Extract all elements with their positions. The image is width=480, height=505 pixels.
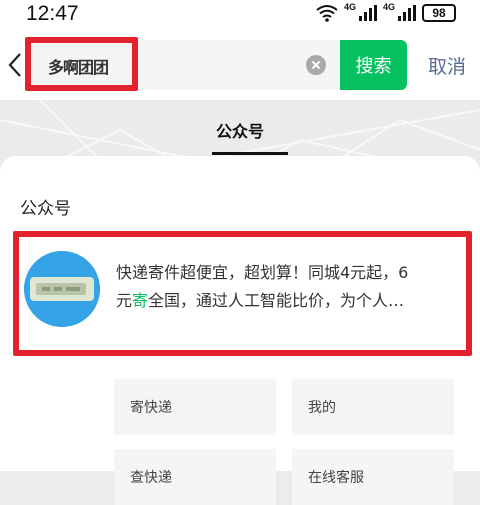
menu-item-mine[interactable]: 我的 (292, 379, 454, 435)
wifi-icon (316, 5, 338, 22)
account-menu: 寄快递 我的 查快递 在线客服 (114, 379, 454, 505)
result-highlight-box (13, 231, 472, 356)
back-button[interactable] (6, 52, 26, 78)
chevron-left-icon (8, 53, 21, 77)
clear-button[interactable] (306, 55, 326, 75)
network-type-label: 4G (343, 2, 356, 12)
battery-icon: 98 (422, 4, 456, 22)
tab-bar: 公众号 (0, 100, 480, 156)
menu-item-send-express[interactable]: 寄快递 (114, 379, 276, 435)
status-icons: 4G 4G 98 (316, 2, 456, 22)
search-button[interactable]: 搜索 (340, 40, 407, 90)
search-highlight-box (25, 37, 138, 91)
cancel-button[interactable]: 取消 (428, 52, 466, 79)
menu-item-online-service[interactable]: 在线客服 (292, 449, 454, 505)
section-title: 公众号 (20, 199, 71, 219)
status-bar: 12:47 4G 4G 98 (0, 0, 480, 30)
battery-level: 98 (432, 6, 446, 20)
network-type-label-2: 4G (382, 2, 395, 12)
status-time: 12:47 (26, 2, 79, 25)
close-icon (311, 60, 321, 70)
tab-official-accounts[interactable]: 公众号 (216, 118, 264, 156)
signal-icon-2 (398, 5, 416, 21)
signal-icon (358, 5, 377, 21)
menu-item-track-express[interactable]: 查快递 (114, 449, 276, 505)
tab-underline (212, 152, 288, 155)
